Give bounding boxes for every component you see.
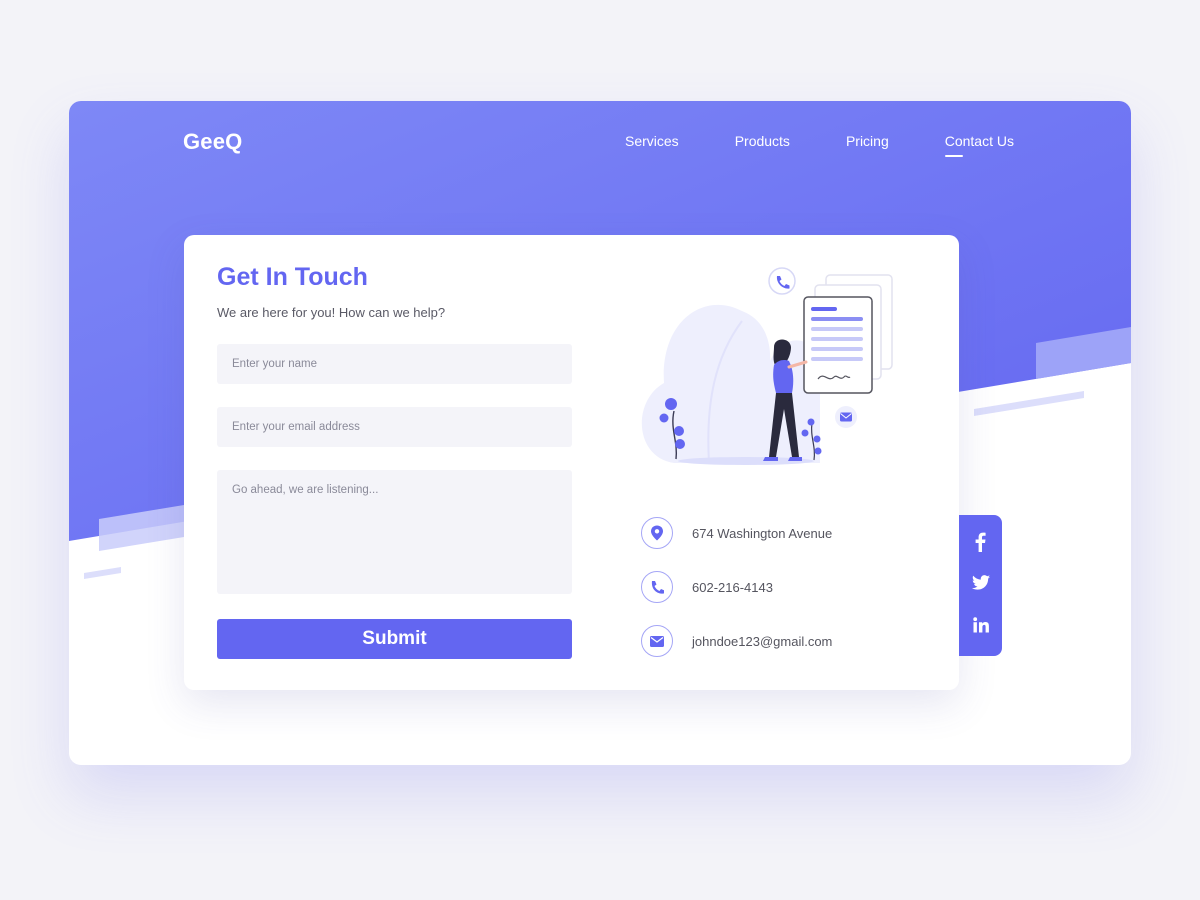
nav-links: Services Products Pricing Contact Us <box>625 133 1070 157</box>
page-title: Get In Touch <box>217 263 368 291</box>
social-sidebar <box>959 515 1002 656</box>
email-row: johndoe123@gmail.com <box>641 625 832 657</box>
email-input[interactable] <box>217 407 572 447</box>
phone-text: 602-216-4143 <box>692 579 773 595</box>
contact-card: Get In Touch We are here for you! How ca… <box>184 235 959 690</box>
message-textarea[interactable] <box>217 470 572 594</box>
nav-link-products[interactable]: Products <box>735 133 790 149</box>
name-input[interactable] <box>217 344 572 384</box>
page-subtitle: We are here for you! How can we help? <box>217 305 446 320</box>
nav-link-contact-us[interactable]: Contact Us <box>944 133 1014 157</box>
facebook-icon[interactable] <box>959 532 1002 552</box>
nav-link-pricing[interactable]: Pricing <box>846 133 889 149</box>
linkedin-icon[interactable] <box>959 617 1002 633</box>
logo[interactable]: GeeQ <box>183 129 243 155</box>
twitter-icon[interactable] <box>959 575 1002 590</box>
email-text[interactable]: johndoe123@gmail.com <box>692 634 832 649</box>
mail-icon <box>641 625 673 657</box>
contact-illustration <box>641 267 893 465</box>
nav-link-services[interactable]: Services <box>625 133 679 149</box>
phone-row: 602-216-4143 <box>641 571 773 603</box>
location-pin-icon <box>641 517 673 549</box>
address-row: 674 Washington Avenue <box>641 517 832 549</box>
address-text: 674 Washington Avenue <box>692 525 833 541</box>
top-navigation: GeeQ Services Products Pricing Contact U… <box>69 101 1131 191</box>
submit-button[interactable]: Submit <box>217 619 572 659</box>
phone-icon <box>641 571 673 603</box>
